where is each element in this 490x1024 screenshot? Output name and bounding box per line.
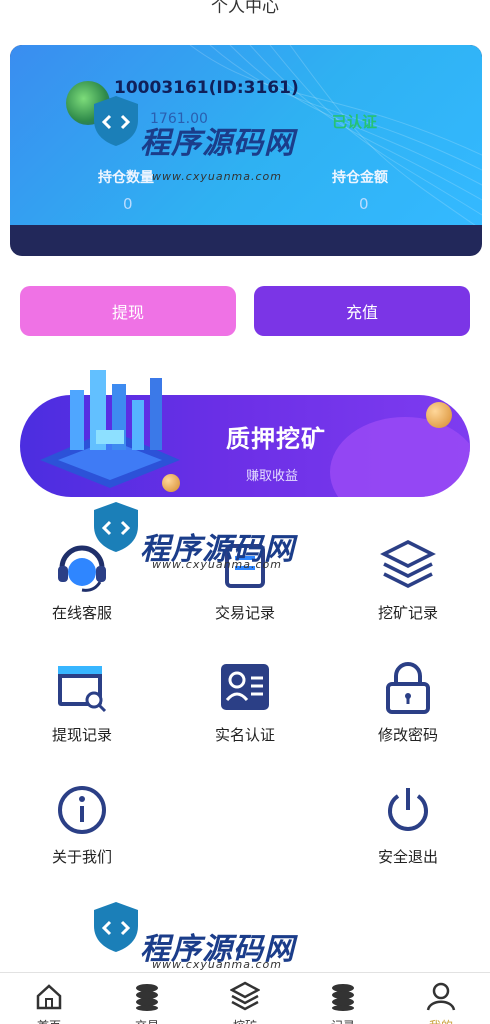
banner-title: 质押挖矿	[226, 425, 326, 453]
menu-customer-service[interactable]: 在线客服	[12, 538, 152, 623]
tab-label: 我的	[392, 1017, 490, 1024]
menu-label: 安全退出	[377, 848, 438, 866]
menu-trade-records[interactable]: 交易记录	[175, 538, 315, 623]
holding-qty-label: 持仓数量	[98, 170, 154, 186]
menu-label: 关于我们	[51, 848, 112, 866]
recharge-button[interactable]: 充值	[254, 286, 470, 336]
coin-icon	[426, 402, 452, 428]
coin-icon	[162, 474, 180, 492]
user-icon	[426, 982, 456, 1011]
avatar[interactable]	[66, 81, 110, 125]
menu-about-us[interactable]: 关于我们	[12, 782, 152, 867]
holding-amount-label: 持仓金额	[332, 170, 388, 186]
tab-home[interactable]: 首页	[0, 973, 98, 1024]
layers-icon	[380, 540, 436, 588]
withdraw-button[interactable]: 提现	[20, 286, 236, 336]
user-id: 10003161(ID:3161)	[114, 78, 299, 98]
menu-label: 挖矿记录	[377, 604, 438, 622]
holding-amount-value: 0	[359, 195, 369, 213]
page-title: 个人中心	[211, 0, 279, 17]
menu-label: 提现记录	[51, 726, 112, 744]
tab-trade[interactable]: 交易	[98, 973, 196, 1024]
banner-decoration	[330, 417, 470, 497]
menu-label: 交易记录	[214, 604, 275, 622]
profile-card-header: 10003161(ID:3161) 1761.00 已认证 持仓数量 0 持仓金…	[10, 45, 482, 225]
tab-label: 记录	[294, 1017, 392, 1024]
tab-mine[interactable]: 我的	[392, 973, 490, 1024]
coins-icon	[136, 984, 158, 1011]
tab-label: 交易	[98, 1017, 196, 1024]
coins-icon	[332, 984, 354, 1011]
menu-label: 修改密码	[377, 726, 438, 744]
menu-identity-verification[interactable]: 实名认证	[175, 660, 315, 745]
banner-subtitle: 赚取收益	[246, 469, 299, 484]
tab-label: 首页	[0, 1017, 98, 1024]
verified-badge: 已认证	[332, 113, 378, 131]
tab-records[interactable]: 记录	[294, 973, 392, 1024]
watermark: 程序源码网 www.cxyuanma.com	[88, 898, 294, 971]
info-icon	[58, 786, 106, 834]
menu-change-password[interactable]: 修改密码	[338, 660, 478, 745]
profile-card: 10003161(ID:3161) 1761.00 已认证 持仓数量 0 持仓金…	[10, 45, 482, 256]
lock-icon	[386, 662, 430, 714]
id-card-icon	[221, 664, 269, 710]
shield-logo-icon	[94, 902, 138, 952]
watermark-url: www.cxyuanma.com	[152, 958, 282, 971]
watermark-brand: 程序源码网	[140, 932, 295, 967]
tab-mining[interactable]: 挖矿	[196, 973, 294, 1024]
tab-label: 挖矿	[196, 1017, 294, 1024]
mining-city-illustration	[40, 370, 180, 488]
menu-mining-records[interactable]: 挖矿记录	[338, 538, 478, 623]
menu-label: 实名认证	[214, 726, 275, 744]
card-icon	[58, 666, 107, 713]
menu-label: 在线客服	[51, 604, 112, 622]
bottom-tab-bar: 首页 交易 挖矿 记录 我的	[0, 972, 490, 1024]
menu-logout[interactable]: 安全退出	[338, 782, 478, 867]
power-icon	[388, 788, 428, 831]
home-icon	[36, 984, 62, 1010]
wave-pattern	[189, 45, 482, 225]
holding-qty-value: 0	[123, 195, 133, 213]
layers-icon	[230, 981, 260, 1011]
menu-withdraw-records[interactable]: 提现记录	[12, 660, 152, 745]
headset-icon	[58, 545, 106, 592]
ledger-icon	[225, 544, 265, 588]
balance-value: 1761.00	[150, 111, 208, 127]
